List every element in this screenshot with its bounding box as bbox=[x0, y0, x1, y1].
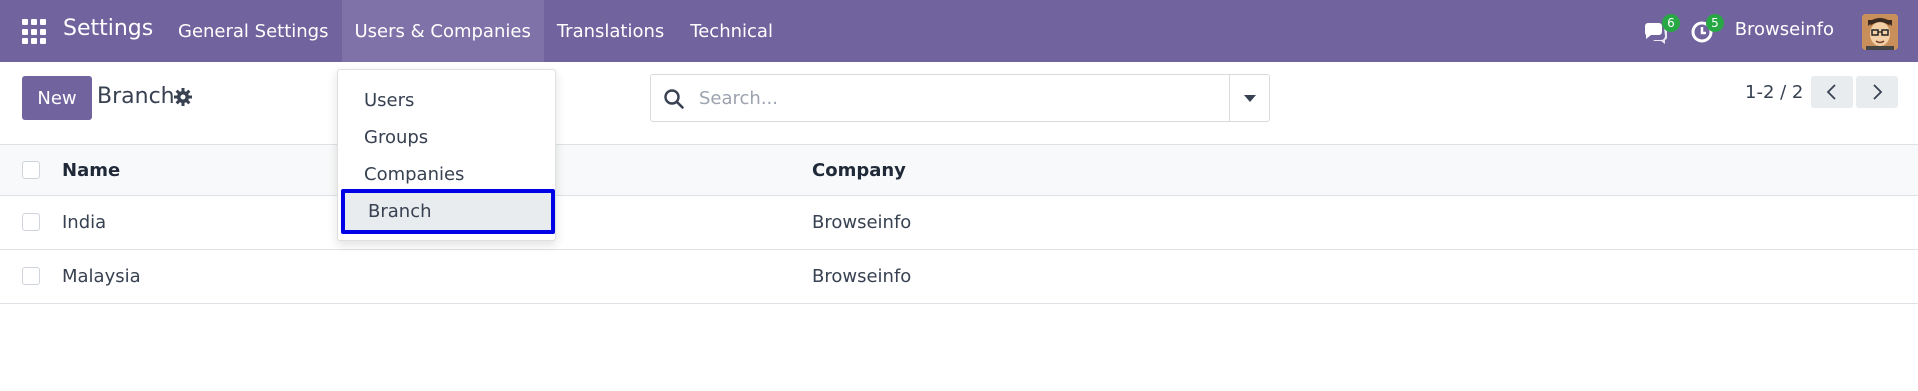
dropdown-item-users[interactable]: Users bbox=[338, 82, 555, 119]
app-title[interactable]: Settings bbox=[63, 16, 153, 41]
row-name: India bbox=[62, 212, 107, 233]
chevron-left-icon bbox=[1826, 84, 1836, 100]
menu-users-companies[interactable]: Users & Companies bbox=[341, 0, 544, 62]
dropdown-item-groups[interactable]: Groups bbox=[338, 119, 555, 156]
row-company: Browseinfo bbox=[812, 266, 912, 287]
search-options-toggle[interactable] bbox=[1229, 75, 1269, 121]
table-row[interactable]: Malaysia Browseinfo bbox=[0, 250, 1918, 304]
search-icon bbox=[663, 88, 685, 110]
chat-badge: 6 bbox=[1662, 14, 1680, 32]
gear-icon[interactable] bbox=[173, 87, 193, 107]
new-button[interactable]: New bbox=[22, 76, 92, 120]
main-menu: General Settings Users & Companies Trans… bbox=[165, 0, 786, 62]
dropdown-item-companies[interactable]: Companies bbox=[338, 156, 555, 193]
table-header: Name Company bbox=[0, 144, 1918, 196]
column-header-name[interactable]: Name bbox=[62, 160, 120, 181]
row-checkbox[interactable] bbox=[22, 213, 40, 231]
activity-clock-icon[interactable]: 5 bbox=[1686, 0, 1726, 62]
row-checkbox[interactable] bbox=[22, 267, 40, 285]
dropdown-item-branch[interactable]: Branch bbox=[341, 189, 555, 234]
menu-technical[interactable]: Technical bbox=[677, 0, 786, 62]
chat-icon[interactable]: 6 bbox=[1638, 0, 1680, 62]
table-row[interactable]: India Browseinfo bbox=[0, 196, 1918, 250]
pager-next-button[interactable] bbox=[1856, 76, 1898, 108]
pager-value[interactable]: 1-2 / 2 bbox=[1745, 82, 1803, 103]
menu-translations[interactable]: Translations bbox=[544, 0, 677, 62]
user-avatar[interactable] bbox=[1862, 14, 1898, 50]
apps-menu-icon[interactable] bbox=[22, 19, 48, 45]
users-companies-dropdown: Users Groups Companies Branch bbox=[337, 69, 556, 241]
search-bar bbox=[650, 74, 1270, 122]
chevron-right-icon bbox=[1873, 84, 1883, 100]
branch-list-table: Name Company India Browseinfo Malaysia B… bbox=[0, 144, 1918, 304]
top-navbar: Settings General Settings Users & Compan… bbox=[0, 0, 1918, 62]
activity-badge: 5 bbox=[1706, 14, 1724, 32]
row-company: Browseinfo bbox=[812, 212, 912, 233]
search-input[interactable] bbox=[699, 83, 1199, 113]
select-all-checkbox[interactable] bbox=[22, 161, 40, 179]
column-header-company[interactable]: Company bbox=[812, 160, 906, 181]
user-name[interactable]: Browseinfo bbox=[1735, 19, 1834, 40]
breadcrumb: Branch bbox=[97, 84, 175, 109]
row-name: Malaysia bbox=[62, 266, 141, 287]
menu-general-settings[interactable]: General Settings bbox=[165, 0, 342, 62]
pager-previous-button[interactable] bbox=[1811, 76, 1853, 108]
